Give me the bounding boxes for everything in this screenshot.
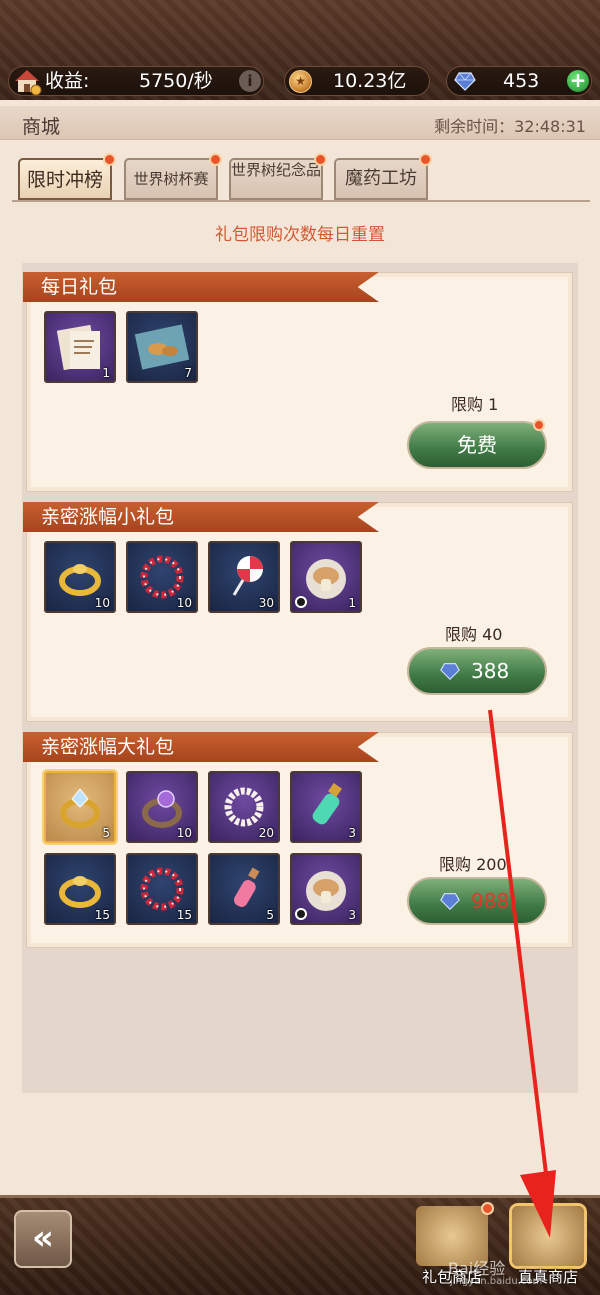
item-quantity: 20 [258, 826, 274, 840]
item-quantity: 10 [94, 596, 110, 610]
tab-label: 魔药工坊 [345, 168, 417, 189]
reset-notice: 礼包限购次数每日重置 [215, 225, 385, 245]
potion-vial-icon[interactable]: 3 [290, 771, 362, 843]
tab-limited-rank[interactable]: 限时冲榜 [18, 153, 116, 200]
gem-icon [454, 72, 476, 91]
diamond-ring-icon[interactable]: 5 [44, 771, 116, 843]
pack-title: 亲密涨幅大礼包 [23, 732, 379, 762]
price-value: 388 [471, 659, 510, 683]
small-intimacy-pack-card: 亲密涨幅小礼包 10 10 30 1 限购 40 388 [23, 502, 573, 722]
daily-pack-card: 每日礼包 1 7 限购 1 免费 [23, 272, 573, 492]
item-quantity: 15 [176, 908, 192, 922]
add-gem-button[interactable]: + [567, 70, 589, 92]
item-quantity: 3 [348, 908, 356, 922]
gold-counter: ★ 10.23亿 [284, 66, 430, 96]
income-value: 5750/秒 [139, 70, 213, 92]
shop-panel: 商城 剩余时间：32:48:31 限时冲榜 世界树杯赛 世界树纪念品 魔药工坊 … [0, 100, 600, 1195]
coin-icon: ★ [289, 70, 312, 93]
tab-label: 限时冲榜 [26, 169, 103, 191]
bread-plate-icon[interactable]: 7 [126, 311, 198, 383]
notification-dot [209, 153, 222, 166]
house-icon [15, 70, 42, 96]
gold-value: 10.23亿 [333, 70, 407, 92]
flower-wreath-icon[interactable]: 10 [126, 541, 198, 613]
double-chevron-left-icon: « [32, 1218, 54, 1258]
shop-header: 商城 剩余时间：32:48:31 [0, 106, 600, 140]
item-quantity: 1 [348, 596, 356, 610]
notification-dot [103, 153, 116, 166]
page-title: 商城 [22, 116, 61, 138]
amethyst-ring-icon[interactable]: 10 [126, 771, 198, 843]
gem-icon [440, 893, 460, 911]
flower-wreath-icon[interactable]: 15 [126, 853, 198, 925]
item-quantity: 30 [258, 596, 274, 610]
clock-icon [295, 596, 307, 608]
watermark-url: jingyan.baidu.com [450, 1276, 543, 1287]
buy-small-pack-button[interactable]: 388 [407, 647, 547, 695]
purchase-limit: 限购 1 [451, 395, 499, 414]
item-quantity: 1 [102, 366, 110, 380]
pack-title: 每日礼包 [23, 272, 379, 302]
notification-dot [533, 419, 545, 431]
item-quantity: 10 [176, 826, 192, 840]
resource-bar: 收益: 5750/秒 i ★ 10.23亿 453 + [0, 0, 600, 100]
pack-title: 亲密涨幅小礼包 [23, 502, 379, 532]
tab-label: 世界树纪念品 [231, 161, 322, 179]
gem-counter: 453 + [446, 66, 592, 96]
gold-ring-icon[interactable]: 15 [44, 853, 116, 925]
clock-icon [295, 908, 307, 920]
free-claim-button[interactable]: 免费 [407, 419, 547, 469]
buy-large-pack-button[interactable]: 988 [407, 877, 547, 925]
lollipop-icon[interactable]: 30 [208, 541, 280, 613]
gold-ring-icon[interactable]: 10 [44, 541, 116, 613]
item-quantity: 5 [266, 908, 274, 922]
tab-label: 世界树杯赛 [133, 170, 209, 188]
notification-dot [419, 153, 432, 166]
income-counter: 收益: 5750/秒 i [8, 66, 264, 96]
gem-icon [440, 663, 460, 681]
back-button[interactable]: « [14, 1210, 72, 1268]
item-quantity: 3 [348, 826, 356, 840]
notification-dot [314, 153, 327, 166]
item-quantity: 5 [102, 826, 110, 840]
price-value: 988 [471, 889, 510, 913]
gem-value: 453 [503, 70, 540, 92]
item-quantity: 10 [176, 596, 192, 610]
pearl-necklace-icon[interactable]: 20 [208, 771, 280, 843]
item-quantity: 15 [94, 908, 110, 922]
mushroom-icon[interactable]: 1 [290, 541, 362, 613]
tab-world-tree-souvenir[interactable]: 世界树纪念品 [229, 153, 327, 200]
info-icon[interactable]: i [239, 70, 261, 92]
purchase-limit: 限购 200 [439, 855, 507, 874]
recipe-scroll-icon[interactable]: 1 [44, 311, 116, 383]
income-label: 收益: [45, 70, 90, 92]
notification-dot [481, 1202, 494, 1215]
remaining-time: 剩余时间：32:48:31 [434, 117, 586, 136]
tab-world-tree-cup[interactable]: 世界树杯赛 [124, 153, 222, 200]
purchase-limit: 限购 40 [445, 625, 503, 644]
tabs-divider [12, 200, 590, 202]
button-label: 免费 [457, 433, 497, 457]
large-intimacy-pack-card: 亲密涨幅大礼包 5 10 20 3 15 15 5 3 限购 200 988 [23, 732, 573, 948]
treasure-chest-icon [512, 1206, 584, 1266]
item-quantity: 7 [184, 366, 192, 380]
tab-potion-workshop[interactable]: 魔药工坊 [334, 153, 432, 200]
mushroom-icon[interactable]: 3 [290, 853, 362, 925]
perfume-bottle-icon[interactable]: 5 [208, 853, 280, 925]
